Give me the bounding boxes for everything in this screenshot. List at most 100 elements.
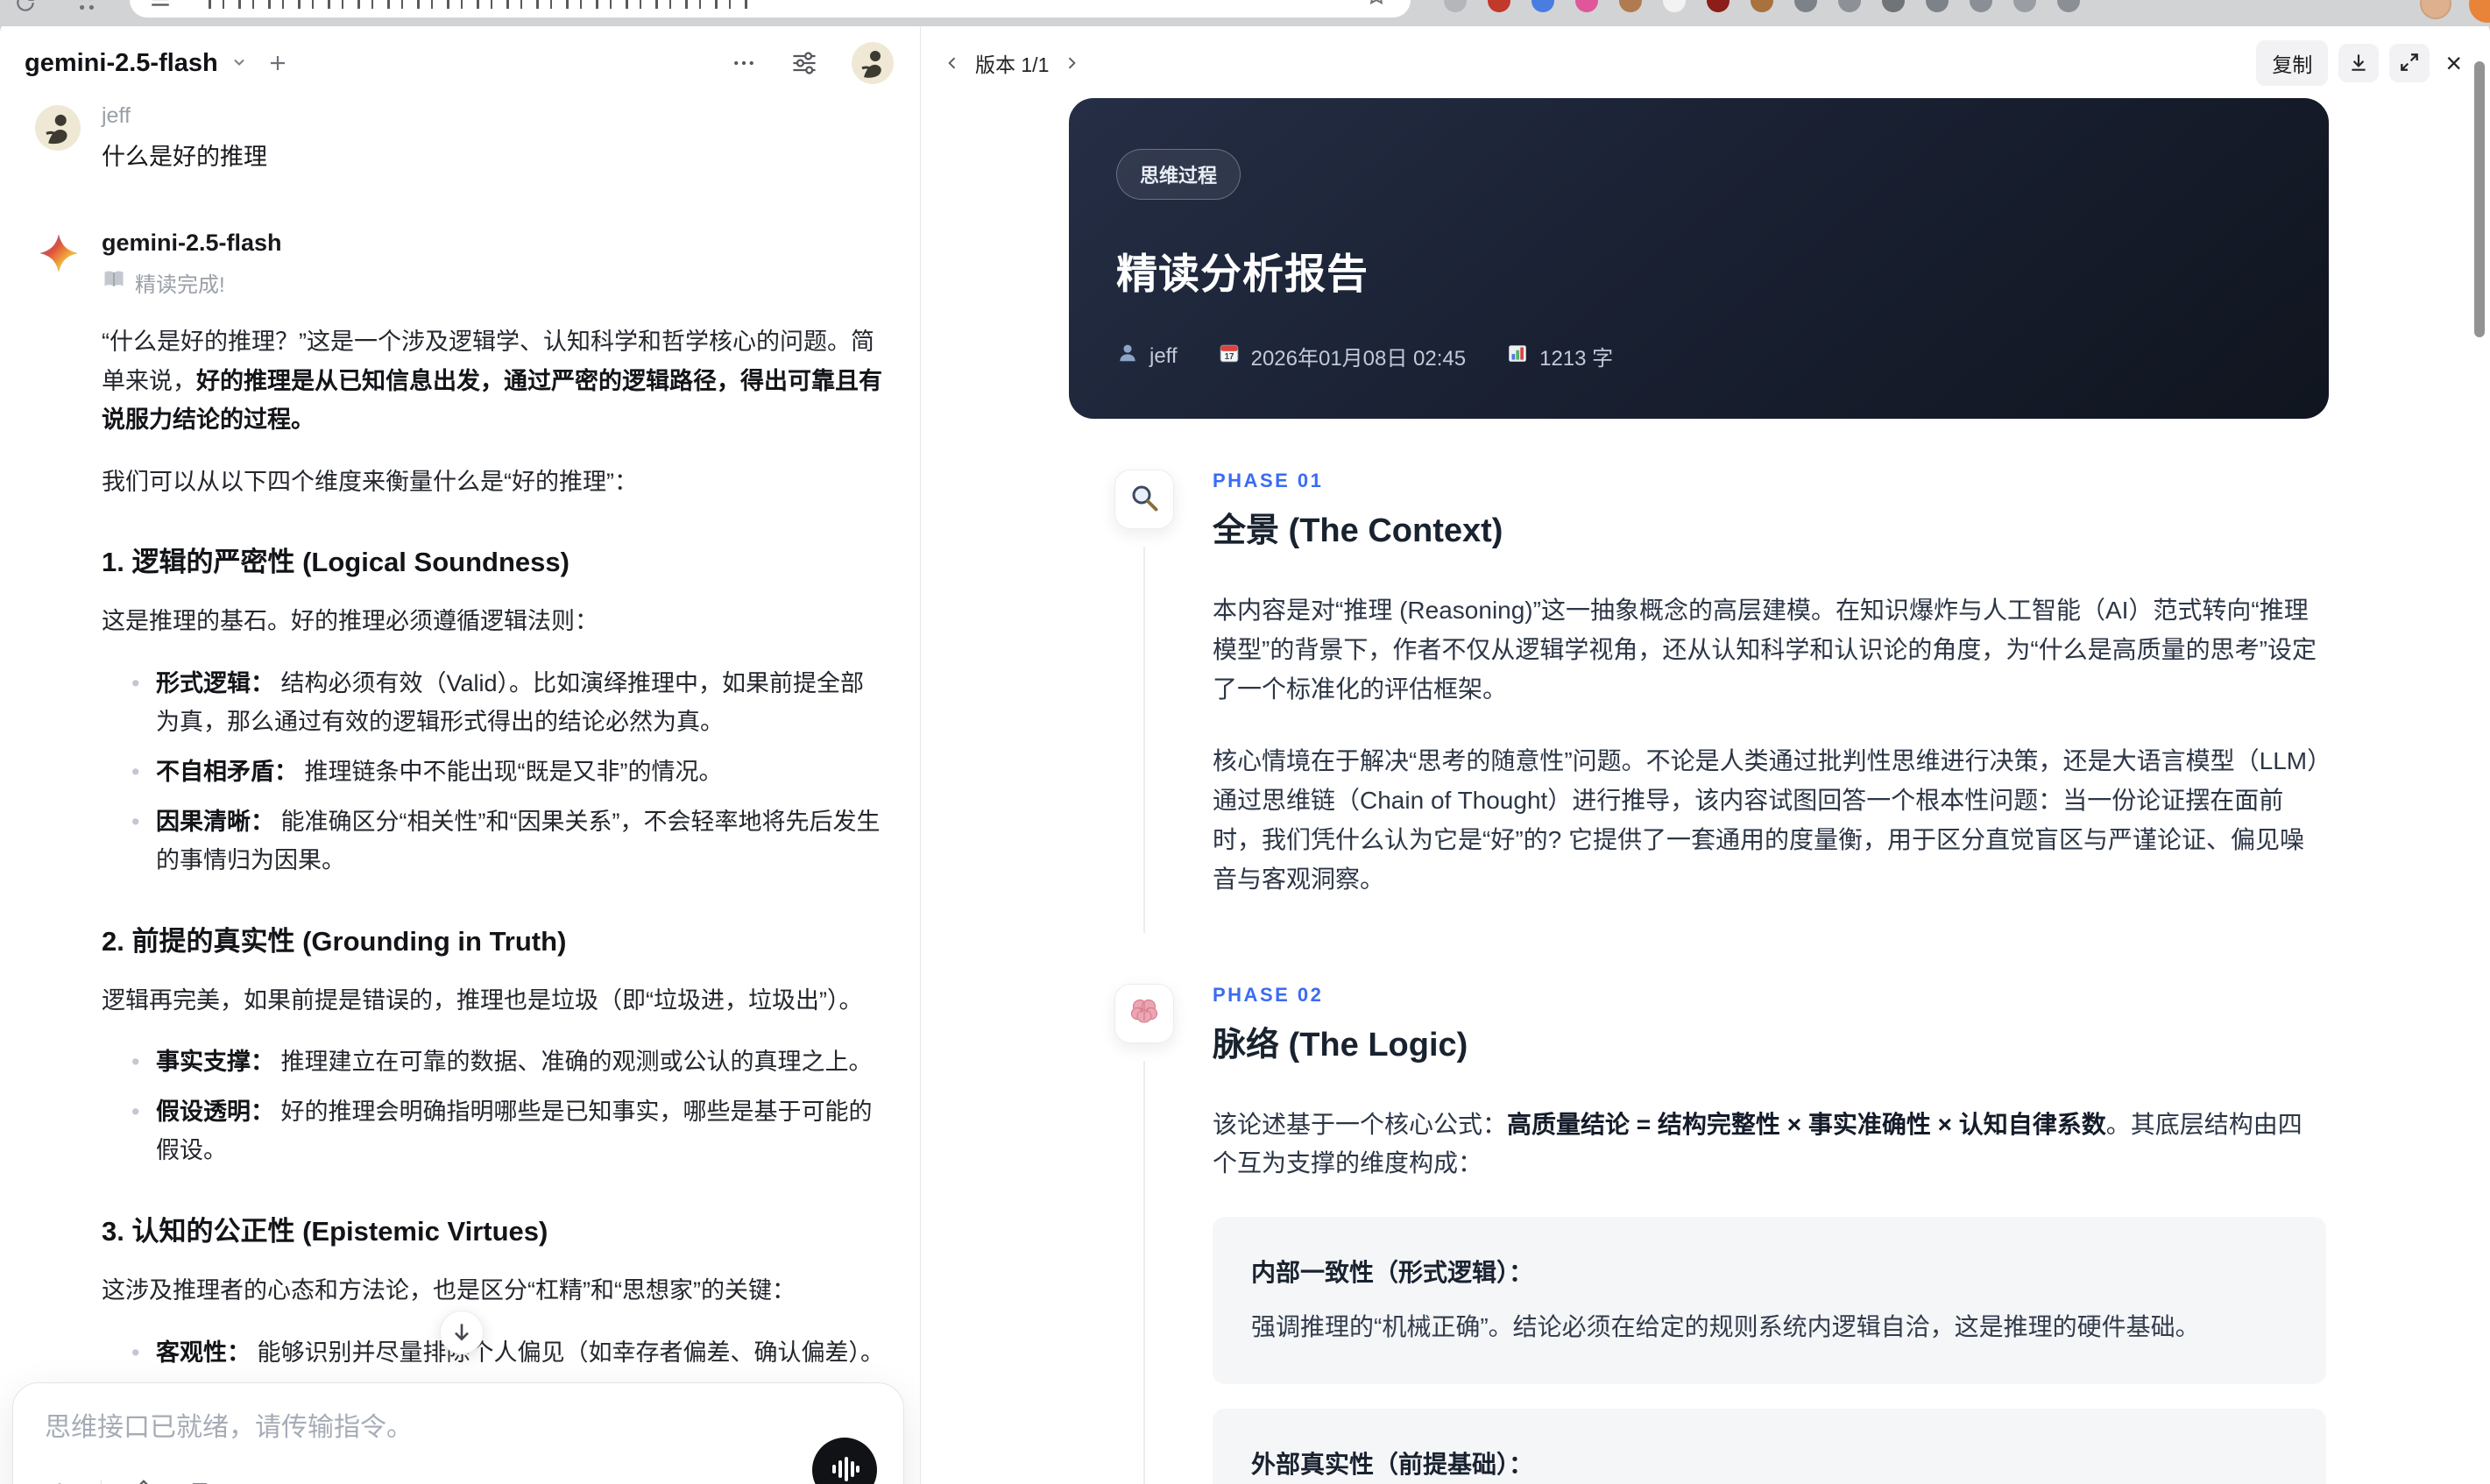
brain-icon (1128, 995, 1160, 1031)
browser-extension-icon[interactable] (1575, 0, 1598, 12)
browser-extension-icon[interactable] (2057, 0, 2080, 12)
bookmark-star-icon[interactable] (1365, 0, 1388, 11)
timeline-line (1143, 1060, 1145, 1484)
voice-input-button[interactable] (812, 1438, 877, 1484)
browser-extension-icon[interactable] (1882, 0, 1905, 12)
logic-card: 外部真实性（前提基础）： 强调推理的“经验校准”。解决“GIGO（垃圾进，垃圾出… (1213, 1408, 2326, 1484)
more-options-button[interactable] (731, 50, 757, 76)
model-name: gemini-2.5-flash (25, 48, 218, 77)
browser-extension-icon[interactable] (1663, 0, 1686, 12)
address-bar-text (209, 0, 752, 9)
browser-extension-icon[interactable] (1531, 0, 1554, 12)
artifact-panel: 版本 1/1 复制 × 思维过程 精读分析报告 jeff 17 2026年01月… (921, 19, 2490, 1484)
browser-extension-icon[interactable] (1970, 0, 1992, 12)
version-next-button[interactable] (1063, 53, 1080, 73)
chat-scroll-area: jeff 什么是好的推理 gemini-2.5-flash 精读完成! “什么是… (0, 95, 920, 1484)
download-icon (2347, 51, 2370, 76)
download-button[interactable] (2338, 44, 2380, 82)
assistant-lead: 我们可以从以下四个维度来衡量什么是“好的推理”： (102, 468, 638, 495)
bullet-item: 客观性： 能够识别并尽量排除个人偏见（如幸存者偏差、确认偏差）。 (102, 1333, 885, 1373)
logic-cards: 内部一致性（形式逻辑）： 强调推理的“机械正确”。结论必须在给定的规则系统内逻辑… (1213, 1217, 2326, 1484)
screenshot-root: gemini-2.5-flash jeff 什么是好的推理 gemini-2.5… (0, 0, 2490, 1484)
browser-extension-icon[interactable] (1794, 0, 1817, 12)
phase-label: PHASE 01 (1213, 470, 1324, 491)
section-intro: 这涉及推理者的心态和方法论，也是区分“杠精”和“思想家”的关键： (102, 1277, 796, 1304)
scrollbar-thumb[interactable] (2474, 61, 2485, 337)
attach-button[interactable] (45, 1479, 74, 1484)
chevron-down-icon (230, 53, 248, 74)
section-intro: 这是推理的基石。好的推理必须遵循逻辑法则： (102, 608, 598, 635)
magnifier-icon (1128, 482, 1160, 518)
version-nav: 版本 1/1 (944, 48, 1080, 78)
bullet-item: 因果清晰： 能准确区分“相关性”和“因果关系”，不会轻率地将先后发生的事情归为因… (102, 802, 885, 880)
report-hero: 思维过程 精读分析报告 jeff 17 2026年01月08日 02:45 12… (1069, 98, 2329, 419)
bar-chart-icon (1506, 342, 1529, 371)
browser-profile-avatar[interactable] (2420, 0, 2451, 19)
user-message: jeff 什么是好的推理 (25, 103, 885, 172)
report-title: 精读分析报告 (1116, 251, 1369, 297)
plus-icon (45, 1479, 74, 1484)
menu-icon[interactable] (149, 0, 172, 15)
extension-icons (1444, 0, 2080, 12)
browser-extension-icon[interactable] (2013, 0, 2036, 12)
meta-datetime: 17 2026年01月08日 02:45 (1218, 341, 1466, 371)
logic-card: 内部一致性（形式逻辑）： 强调推理的“机械正确”。结论必须在给定的规则系统内逻辑… (1213, 1217, 2326, 1384)
profile-avatar[interactable] (852, 42, 894, 84)
composer-input[interactable] (45, 1413, 816, 1443)
phase-paragraph: 本内容是对“推理 (Reasoning)”这一抽象概念的高层建模。在知识爆炸与人… (1213, 597, 2317, 703)
assistant-intro: “什么是好的推理？”这是一个涉及逻辑学、认知科学和哲学核心的问题。简单来说，好的… (102, 329, 882, 434)
calendar-icon: 17 (1218, 342, 1241, 371)
browser-extension-icon[interactable] (1619, 0, 1642, 12)
report-meta: jeff 17 2026年01月08日 02:45 1213 字 (1116, 341, 2281, 371)
phase-rail (1114, 983, 1174, 1484)
gemini-icon (39, 233, 79, 278)
browser-extension-icon[interactable] (1926, 0, 1949, 12)
browser-app-icon[interactable] (2469, 0, 2490, 23)
section-heading: 2. 前提的真实性 (Grounding in Truth) (102, 925, 567, 957)
bookmark-button[interactable] (186, 1480, 214, 1484)
reload-icon[interactable] (14, 0, 37, 18)
grid-icon[interactable] (75, 0, 98, 18)
phase-section: PHASE 01 全景 (The Context) 本内容是对“推理 (Reas… (1114, 470, 2359, 933)
expand-button[interactable] (2389, 44, 2430, 82)
person-icon (1116, 342, 1139, 371)
meta-author: jeff (1116, 342, 1178, 371)
phase-title: 全景 (The Context) (1213, 512, 1503, 549)
assistant-message: gemini-2.5-flash 精读完成! “什么是好的推理？”这是一个涉及逻… (25, 230, 885, 1484)
browser-extension-icon[interactable] (1488, 0, 1510, 12)
browser-extension-icon[interactable] (1444, 0, 1467, 12)
waveform-icon (827, 1452, 862, 1484)
version-prev-button[interactable] (944, 53, 961, 73)
phase-icon-box (1114, 470, 1174, 529)
user-name: jeff (102, 103, 131, 128)
phase-label: PHASE 02 (1213, 983, 1324, 1006)
toolbar-divider (101, 1480, 102, 1484)
bullet-item: 假设透明： 好的推理会明确指明哪些是已知事实，哪些是基于可能的假设。 (102, 1092, 885, 1170)
logic-card-title: 内部一致性（形式逻辑）： (1251, 1259, 1534, 1287)
version-label: 版本 1/1 (975, 53, 1050, 76)
book-icon (102, 267, 126, 298)
section-intro: 逻辑再完美，如果前提是错误的，推理也是垃圾（即“垃圾进，垃圾出”）。 (102, 986, 863, 1014)
new-chat-button[interactable] (267, 53, 288, 74)
browser-extension-icon[interactable] (1751, 0, 1773, 12)
settings-sliders-button[interactable] (790, 49, 818, 77)
model-selector[interactable]: gemini-2.5-flash (25, 49, 248, 78)
artifact-actions: 复制 × (2256, 40, 2467, 86)
section-heading: 1. 逻辑的严密性 (Logical Soundness) (102, 547, 569, 578)
section-heading: 3. 认知的公正性 (Epistemic Virtues) (102, 1215, 548, 1247)
timeline-line (1143, 547, 1145, 933)
browser-extension-icon[interactable] (1707, 0, 1730, 12)
address-bar[interactable] (130, 0, 1411, 18)
skills-button[interactable] (128, 1478, 159, 1484)
browser-extension-icon[interactable] (1838, 0, 1861, 12)
close-button[interactable]: × (2440, 49, 2467, 77)
logic-card-title: 外部真实性（前提基础）： (1251, 1450, 1534, 1478)
phase-paragraph: 核心情境在于解决“思考的随意性”问题。不论是人类通过批判性思维进行决策，还是大语… (1213, 747, 2320, 893)
diamonds-icon (128, 1478, 159, 1484)
phase-icon-box (1114, 983, 1174, 1043)
scroll-to-bottom-button[interactable] (440, 1311, 484, 1354)
report-scroll-area: 思维过程 精读分析报告 jeff 17 2026年01月08日 02:45 12… (921, 98, 2472, 1484)
copy-button[interactable]: 复制 (2256, 40, 2329, 86)
meta-word-count: 1213 字 (1506, 341, 1613, 371)
phase-section: PHASE 02 脉络 (The Logic) 该论述基于一个核心公式：高质量结… (1114, 983, 2359, 1484)
